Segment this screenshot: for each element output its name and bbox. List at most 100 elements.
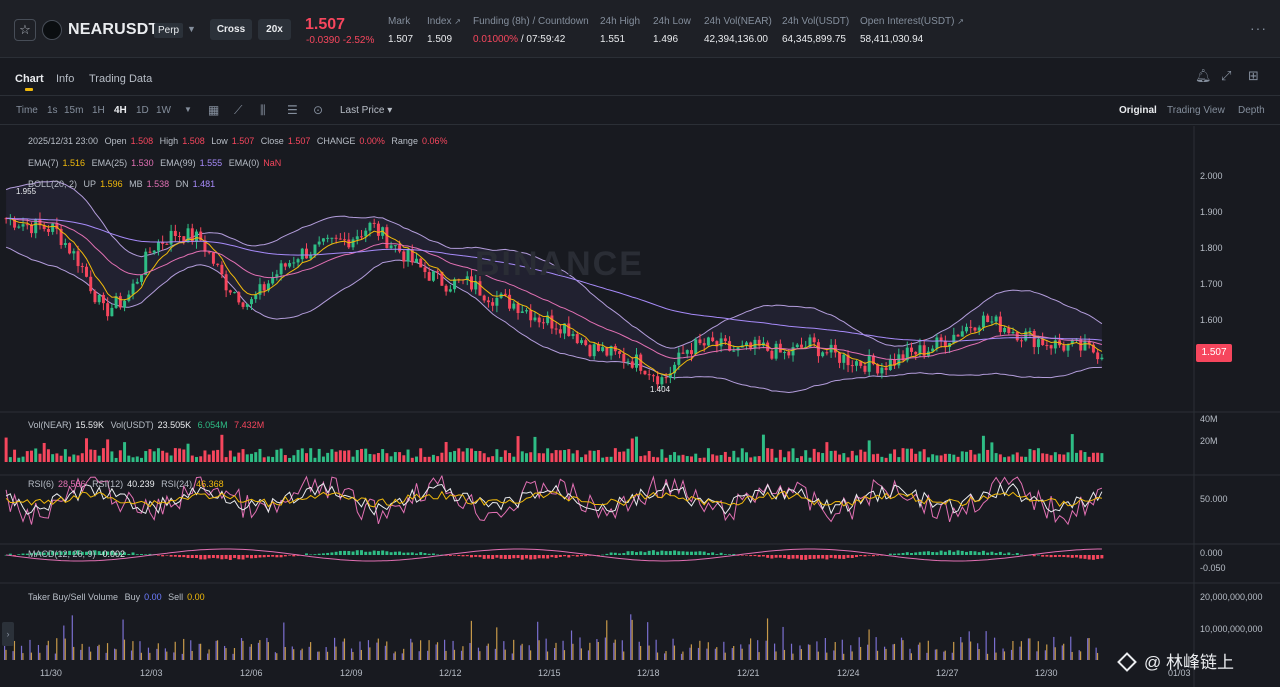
stat-open-interest[interactable]: Open Interest(USDT) ↗ 58,411,030.94 <box>860 16 964 45</box>
settings-gear-icon[interactable]: ⊙ <box>313 103 323 117</box>
candle-body <box>706 337 710 346</box>
volume-bar <box>21 456 25 462</box>
settings-sliders-icon[interactable]: ☰ <box>287 103 298 117</box>
taker-buy-bar <box>1095 647 1097 660</box>
interval-1h[interactable]: 1H <box>92 105 105 116</box>
candle-body <box>795 344 799 348</box>
candle-body <box>448 289 452 292</box>
symbol-dropdown-icon[interactable]: ▼ <box>187 24 196 34</box>
taker-buy-bar <box>20 645 23 660</box>
volume-bar <box>516 436 520 462</box>
margin-mode-button[interactable]: Cross <box>210 19 252 40</box>
binance-watermark: BINANCE <box>475 245 644 283</box>
interval-15m[interactable]: 15m <box>64 105 83 116</box>
candle-body <box>816 342 820 357</box>
taker-sell-bar <box>132 641 134 660</box>
calendar-icon[interactable]: ▦ <box>208 103 219 117</box>
volume-bar <box>34 448 38 462</box>
candle-body <box>288 263 292 267</box>
candle-body <box>482 295 486 301</box>
bell-icon[interactable]: 🔔︎ <box>1195 68 1212 84</box>
volume-bar <box>55 453 59 462</box>
macd-bar <box>876 555 880 556</box>
expand-icon[interactable]: ⤢ <box>1221 68 1231 84</box>
volume-bar <box>808 457 812 462</box>
macd-bar <box>326 552 330 555</box>
taker-sell-bar <box>758 652 760 660</box>
symbol-name[interactable]: NEARUSDT <box>68 21 159 39</box>
volume-bar <box>728 456 732 462</box>
volume-bar <box>135 456 139 462</box>
rsi-legend: RSI(6) 28.566 RSI(12) 40.239 RSI(24) 46.368 <box>28 479 224 489</box>
interval-1d[interactable]: 1D <box>136 105 149 116</box>
taker-sell-bar <box>1029 638 1031 660</box>
candle-body <box>385 227 389 249</box>
candle-body <box>72 251 76 254</box>
tab-trading-data[interactable]: Trading Data <box>89 73 152 85</box>
macd-bar <box>1096 555 1100 560</box>
volume-bar <box>448 452 452 462</box>
candle-body <box>338 238 342 240</box>
tab-chart[interactable]: Chart <box>15 73 44 85</box>
candle-type-icon[interactable]: ⫼ <box>260 103 266 118</box>
taker-sell-bar <box>267 642 269 660</box>
volume-bar <box>266 456 270 462</box>
taker-buy-bar <box>782 626 784 660</box>
candle-body <box>1011 331 1015 334</box>
grid-layout-icon[interactable]: ⊞ <box>1248 68 1259 84</box>
candle-body <box>525 310 528 312</box>
macd-bar <box>630 551 634 555</box>
view-depth[interactable]: Depth <box>1238 105 1265 116</box>
volume-bar <box>343 450 347 462</box>
interval-time[interactable]: Time <box>16 105 38 116</box>
kline-chart[interactable] <box>0 126 1280 687</box>
macd-bar <box>715 554 719 555</box>
ema-legend: EMA(7) 1.516 EMA(25) 1.530 EMA(99) 1.555 EM… <box>28 158 282 168</box>
volume-bar <box>118 450 122 462</box>
volume-bar <box>330 449 334 462</box>
macd-bar <box>165 555 169 556</box>
macd-bar <box>977 552 981 555</box>
volume-bar <box>905 448 909 462</box>
volume-bar <box>237 452 241 462</box>
taker-buy-bar <box>790 643 793 660</box>
macd-bar <box>258 555 262 558</box>
taker-buy-bar <box>1078 650 1080 660</box>
candle-body <box>237 292 241 303</box>
taker-buy-bar <box>680 653 683 660</box>
macd-bar <box>770 555 774 559</box>
volume-bar <box>660 449 664 462</box>
taker-sell-bar <box>1096 652 1099 660</box>
view-trading-view[interactable]: Trading View <box>1167 105 1225 116</box>
price-type-select[interactable]: Last Price ▾ <box>340 105 392 116</box>
volume-bar <box>478 451 482 462</box>
taker-buy-bar <box>54 653 56 660</box>
macd-histogram <box>4 548 1104 562</box>
tab-info[interactable]: Info <box>56 73 74 85</box>
macd-bar <box>1070 555 1074 558</box>
volume-bar <box>1003 457 1007 462</box>
view-original[interactable]: Original <box>1119 105 1157 116</box>
volume-bar <box>63 449 67 462</box>
favorite-star-icon[interactable]: ☆ <box>14 19 36 41</box>
interval-1w[interactable]: 1W <box>156 105 171 116</box>
interval-4h[interactable]: 4H <box>114 105 127 116</box>
macd-bar <box>156 555 160 556</box>
volume-bar <box>948 453 952 462</box>
leverage-button[interactable]: 20x <box>258 19 291 40</box>
indicator-icon[interactable]: ⟋ <box>234 103 242 118</box>
taker-buy-bar <box>1002 648 1004 660</box>
x-axis-label: 12/24 <box>837 668 860 678</box>
price-axis-label: 1.900 <box>1200 207 1223 217</box>
candle-body <box>97 294 101 303</box>
interval-dropdown-icon[interactable]: ▼ <box>184 105 192 114</box>
candle-body <box>330 237 334 239</box>
candle-body <box>101 294 105 304</box>
stat-index[interactable]: Index ↗ 1.509 <box>427 16 461 45</box>
volume-bar <box>651 456 655 462</box>
interval-1s[interactable]: 1s <box>47 105 58 116</box>
more-options-icon[interactable]: ··· <box>1250 20 1267 36</box>
volume-bar <box>918 451 922 462</box>
expand-panel-icon[interactable]: › <box>2 622 14 646</box>
volume-bar <box>897 457 901 462</box>
